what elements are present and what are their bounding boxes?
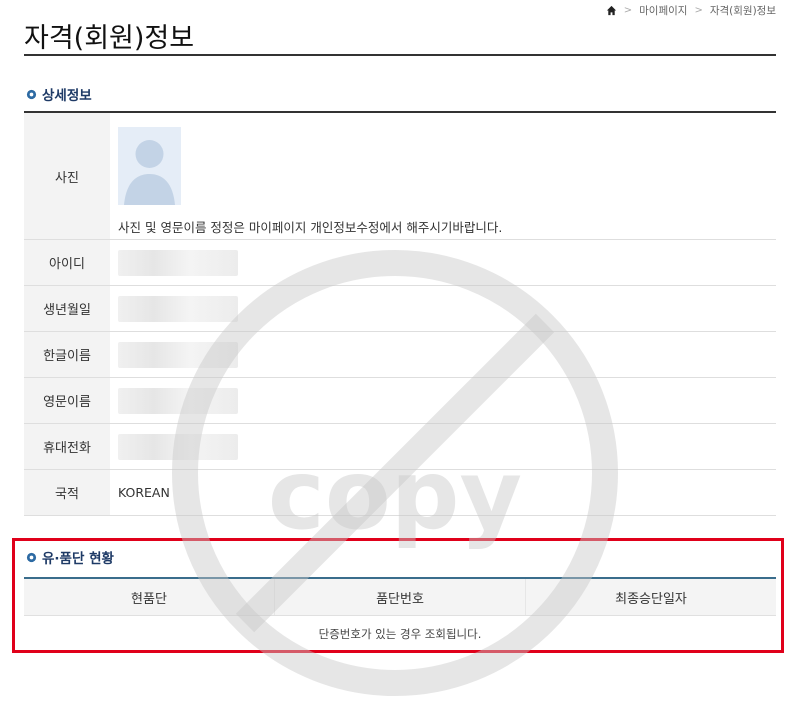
avatar	[118, 127, 181, 205]
korean-name-value	[110, 332, 776, 377]
redacted-value	[118, 387, 238, 414]
userid-label: 아이디	[24, 240, 110, 285]
english-name-label: 영문이름	[24, 378, 110, 423]
redacted-value	[118, 341, 238, 368]
title-divider	[24, 54, 776, 56]
breadcrumb-separator: >	[694, 5, 703, 16]
mobile-label: 휴대전화	[24, 424, 110, 469]
breadcrumb-current: 자격(회원)정보	[709, 5, 776, 17]
english-name-row: 영문이름	[24, 378, 776, 424]
circle-bullet-icon	[26, 89, 37, 99]
photo-row: 사진 사진 및 영문이름 정정은 마이페이지 개인정보수정에서 해주시기바랍니다…	[24, 113, 776, 240]
highlight-box	[12, 538, 784, 653]
birthdate-value	[110, 286, 776, 331]
breadcrumb: > 마이페이지 > 자격(회원)정보	[606, 3, 776, 18]
photo-value: 사진 및 영문이름 정정은 마이페이지 개인정보수정에서 해주시기바랍니다.	[110, 113, 776, 239]
korean-name-row: 한글이름	[24, 332, 776, 378]
userid-value	[110, 240, 776, 285]
home-icon[interactable]	[606, 5, 617, 16]
mobile-value	[110, 424, 776, 469]
detail-section-label: 상세정보	[42, 88, 92, 104]
birthdate-label: 생년월일	[24, 286, 110, 331]
redacted-value	[118, 249, 238, 276]
mobile-row: 휴대전화	[24, 424, 776, 470]
breadcrumb-mypage[interactable]: 마이페이지	[639, 3, 687, 18]
detail-table: 사진 사진 및 영문이름 정정은 마이페이지 개인정보수정에서 해주시기바랍니다…	[24, 111, 776, 516]
nationality-label: 국적	[24, 470, 110, 515]
english-name-value	[110, 378, 776, 423]
userid-row: 아이디	[24, 240, 776, 286]
detail-section-title: 상세정보	[26, 84, 92, 104]
nationality-value: KOREAN	[118, 485, 170, 500]
photo-note: 사진 및 영문이름 정정은 마이페이지 개인정보수정에서 해주시기바랍니다.	[118, 220, 503, 235]
photo-label: 사진	[24, 113, 110, 239]
nationality-row: 국적 KOREAN	[24, 470, 776, 516]
korean-name-label: 한글이름	[24, 332, 110, 377]
redacted-value	[118, 433, 238, 460]
birthdate-row: 생년월일	[24, 286, 776, 332]
page-title: 자격(회원)정보	[24, 23, 195, 54]
breadcrumb-separator: >	[623, 5, 633, 16]
redacted-value	[118, 295, 238, 322]
